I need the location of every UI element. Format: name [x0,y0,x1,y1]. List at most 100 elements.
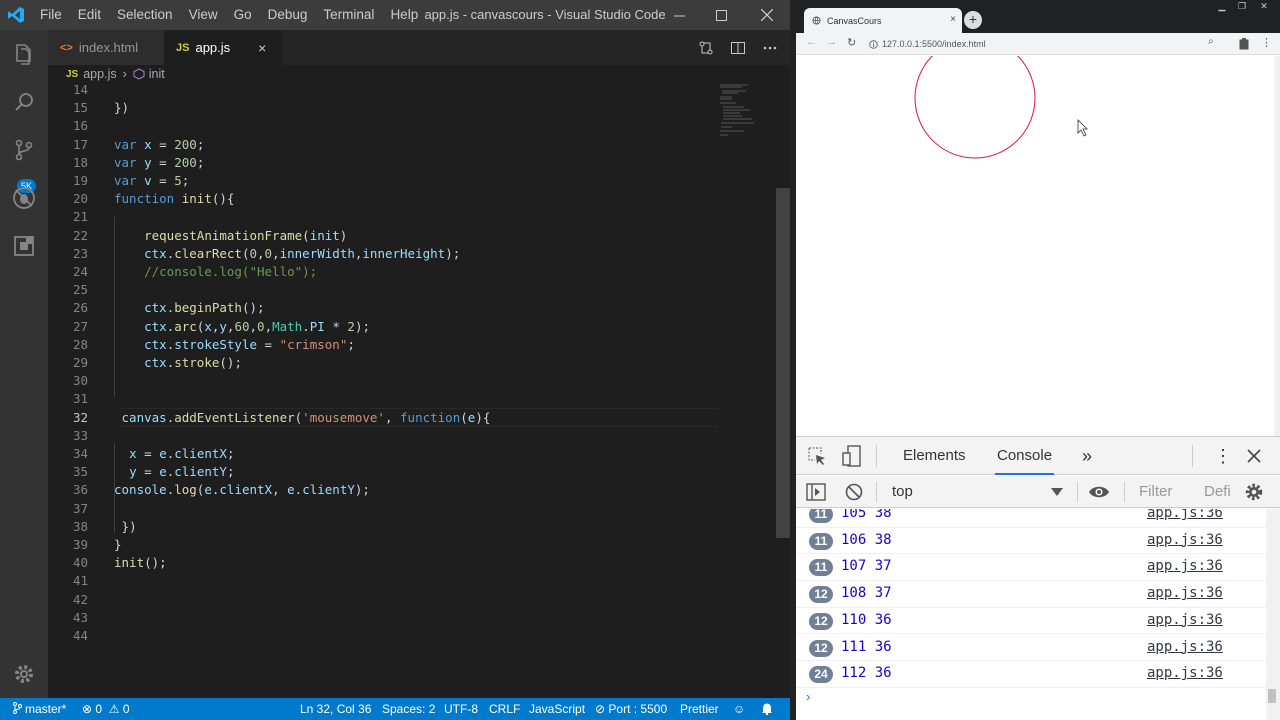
device-toolbar-icon[interactable] [842,445,862,467]
more-actions-icon[interactable] [762,40,778,56]
code-line[interactable]: //console.log("Hello"); [114,263,317,281]
cursor-position[interactable]: Ln 32, Col 36 [300,698,371,720]
source-link[interactable]: app.js:36 [1147,532,1223,548]
source-link[interactable]: app.js:36 [1147,585,1223,601]
url-text: 127.0.0.1:5500/index.html [882,39,986,49]
source-link[interactable]: app.js:36 [1147,509,1223,521]
line-number: 40 [72,555,88,571]
open-changes-icon[interactable] [698,40,714,56]
page-scrollbar[interactable] [1274,56,1280,436]
language-mode[interactable]: JavaScript [529,698,585,720]
eol-status[interactable]: CRLF [489,698,520,720]
show-sidebar-icon[interactable] [806,483,826,501]
indentation-status[interactable]: Spaces: 2 [382,698,435,720]
live-expression-eye-icon[interactable] [1088,485,1110,499]
zoom-icon[interactable]: ⌕ [1208,36,1214,47]
problems-status[interactable]: ⊗ 0 ⚠ 0 [82,698,130,720]
reload-icon[interactable]: ↻ [847,36,856,49]
context-selector[interactable]: top [892,476,913,508]
source-link[interactable]: app.js:36 [1147,558,1223,574]
extensions-button[interactable] [0,222,48,270]
page-canvas[interactable] [796,37,1274,436]
code-line[interactable]: y = e.clientY; [114,463,234,481]
browser-restore-icon[interactable]: ❐ [1234,0,1250,12]
code-line[interactable]: var v = 5; [114,172,189,190]
title-bar: File Edit Selection View Go Debug Termin… [0,0,790,30]
code-editor[interactable]: 14 15 16 17 18 19 20 21 22 23 24 25 26 27 28 29 30 31 32 33… [48,83,790,698]
code-line[interactable]: }) [114,99,129,117]
console-scrollbar-thumb[interactable] [1268,689,1276,703]
devtools-menu-icon[interactable]: ⋮ [1214,437,1232,475]
console-settings-gear-icon[interactable] [1244,482,1264,502]
maximize-button[interactable] [698,0,744,30]
globe-icon [812,16,821,25]
close-tab-icon[interactable]: × [950,14,956,25]
browser-minimize-icon[interactable]: ▁ [1214,0,1230,12]
code-line[interactable]: ctx.arc(x,y,60,0,Math.PI * 2); [114,318,370,336]
code-line[interactable]: requestAnimationFrame(init) [114,227,347,245]
editor-scrollbar[interactable] [776,83,790,698]
code-line[interactable]: }) [114,518,137,536]
settings-button[interactable] [0,650,48,698]
extension-clipboard-icon[interactable] [1239,38,1249,50]
search-button[interactable] [0,78,48,126]
debug-button[interactable] [0,174,48,222]
notifications-bell-icon[interactable] [761,698,773,720]
browser-menu-icon[interactable]: ⋮ [1261,36,1272,49]
log-value: 105 38 [841,509,892,521]
close-window-button[interactable] [744,0,790,30]
breadcrumb-symbol[interactable]: init [149,67,165,81]
split-editor-icon[interactable] [730,40,746,56]
forward-arrow-icon[interactable]: → [826,36,837,48]
repeat-count-badge: 12 [809,586,833,604]
tab-elements[interactable]: Elements [903,437,966,475]
encoding-status[interactable]: UTF-8 [444,698,478,720]
console-output[interactable]: 11 105 38 app.js:36 11 106 38 app.js:36 11 107 … [796,509,1266,720]
line-number: 21 [72,209,88,225]
code-line[interactable]: x = e.clientX; [114,445,234,463]
minimap[interactable] [718,83,768,143]
browser-tab[interactable]: CanvasCours × [804,8,962,33]
code-line[interactable]: ctx.stroke(); [114,354,242,372]
explorer-button[interactable] [0,30,48,78]
tab-close-icon[interactable]: × [258,40,266,56]
code-line[interactable]: console.log(e.clientX, e.clientY); [114,481,370,499]
browser-close-icon[interactable]: ✕ [1256,0,1272,12]
breadcrumb-file[interactable]: app.js [83,67,116,81]
branch-status[interactable]: master* [12,698,66,720]
code-line[interactable]: ctx.strokeStyle = "crimson"; [114,336,355,354]
filter-input[interactable]: Filter [1139,476,1172,508]
line-number: 30 [72,373,88,389]
code-line[interactable]: ctx.clearRect(0,0,innerWidth,innerHeight… [114,245,460,263]
inspect-element-icon[interactable] [807,446,827,466]
close-devtools-icon[interactable] [1247,449,1261,463]
live-server-port[interactable]: ⊘ Port : 5500 [595,698,667,720]
address-bar[interactable]: 127.0.0.1:5500/index.html [868,36,1228,52]
feedback-smiley-icon[interactable]: ☺ [733,698,745,720]
scrollbar-thumb[interactable] [776,188,790,538]
more-tabs-icon[interactable]: » [1082,437,1092,475]
clear-console-icon[interactable] [845,483,863,501]
code-line[interactable]: init(); [114,554,167,572]
log-levels-dropdown[interactable]: Defi [1204,476,1231,508]
tab-app-js[interactable]: JS app.js × [164,30,282,65]
back-arrow-icon[interactable]: ← [806,36,817,48]
source-control-button[interactable] [0,126,48,174]
source-link[interactable]: app.js:36 [1147,612,1223,628]
code-line[interactable]: function init(){ [114,190,234,208]
source-link[interactable]: app.js:36 [1147,639,1223,655]
code-line[interactable]: } [114,536,122,554]
code-line[interactable]: var x = 200; [114,136,204,154]
new-tab-button[interactable]: + [964,11,982,29]
source-link[interactable]: app.js:36 [1147,665,1223,681]
prettier-status[interactable]: Prettier [680,698,719,720]
code-line[interactable]: canvas.addEventListener('mousemove', fun… [114,409,491,427]
tab-index-html[interactable]: <> index.html [48,30,164,65]
no-entry-icon: ⊘ [595,702,606,716]
console-prompt[interactable]: › [806,689,810,704]
tab-console[interactable]: Console [995,437,1055,475]
code-line[interactable]: ctx.beginPath(); [114,299,264,317]
code-line[interactable]: var y = 200; [114,154,204,172]
minimize-button[interactable] [656,0,702,30]
dropdown-arrow-icon[interactable] [1051,488,1063,496]
